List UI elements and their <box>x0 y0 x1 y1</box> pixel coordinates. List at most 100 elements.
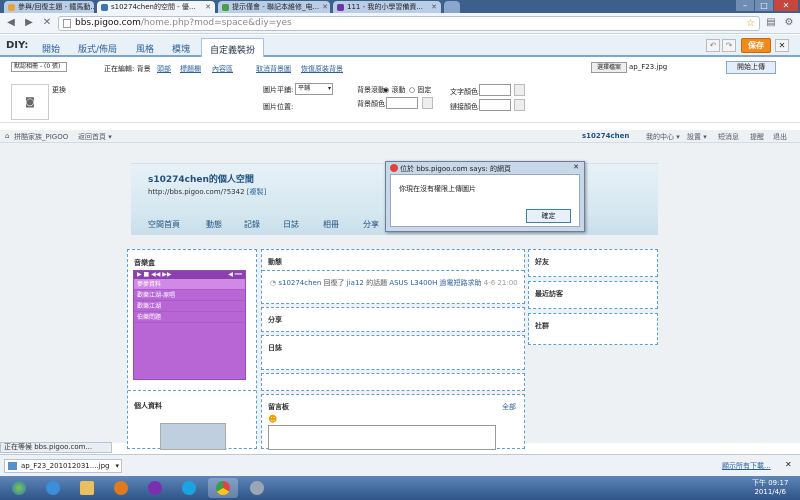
system-clock[interactable]: 下午 09:17 2011/4/6 <box>752 479 788 497</box>
nav-feed[interactable]: 動態 <box>206 219 222 230</box>
ok-button[interactable]: 確定 <box>526 209 571 223</box>
close-shelf-icon[interactable]: ✕ <box>785 460 792 469</box>
show-all-downloads-link[interactable]: 顯示所有下載... <box>722 461 771 471</box>
browser-tab-3[interactable]: 提示僅會 - 聯記本維修_电... ✕ <box>218 1 330 13</box>
username-link[interactable]: s10274chen <box>582 132 629 140</box>
nav-records[interactable]: 記錄 <box>244 219 260 230</box>
chevron-down-icon[interactable]: ▾ <box>115 460 119 472</box>
upload-button[interactable]: 開始上傳 <box>726 61 776 74</box>
close-tab-icon[interactable]: ✕ <box>205 3 211 11</box>
camera-icon: ◙ <box>25 96 35 108</box>
edit-content-link[interactable]: 內容區 <box>212 64 233 74</box>
redo-icon[interactable]: ↷ <box>722 39 736 52</box>
textcolor-input[interactable] <box>479 84 511 96</box>
page-menu-icon[interactable]: ▤ <box>764 16 778 30</box>
favicon-icon <box>8 3 15 11</box>
taskbar-yahoo[interactable] <box>140 478 170 498</box>
edit-header-link[interactable]: 頭部 <box>157 64 171 74</box>
scroll-option: 滾動 <box>391 86 406 94</box>
diy-tab-start[interactable]: 開始 <box>34 38 68 57</box>
save-button[interactable]: 保存 <box>741 38 771 53</box>
volume-icon[interactable]: ◀ ━━ <box>228 271 242 279</box>
taskbar-ie[interactable] <box>38 478 68 498</box>
diy-tab-layout[interactable]: 版式/佈局 <box>70 38 125 57</box>
nav-share[interactable]: 分享 <box>363 219 379 230</box>
close-diy-icon[interactable]: ✕ <box>775 39 789 52</box>
close-tab-icon[interactable]: ✕ <box>322 3 328 11</box>
minimize-icon[interactable]: – <box>736 0 754 11</box>
diy-tab-modules[interactable]: 模塊 <box>164 38 198 57</box>
nav-blog[interactable]: 日誌 <box>283 219 299 230</box>
maximize-icon[interactable]: □ <box>755 0 773 11</box>
linkcolor-input[interactable] <box>479 99 511 111</box>
feed-action: 回復了 <box>323 279 345 287</box>
site-top-bar: ⌂ 拼酷家族_PIGOO 返回首頁 ▾ s10274chen 我的中心 ▾ 設置… <box>0 130 800 143</box>
back-icon[interactable]: ◀ <box>4 16 18 30</box>
new-tab-button[interactable] <box>444 1 460 13</box>
start-button[interactable] <box>4 478 34 498</box>
browser-tab-4[interactable]: 111 - 我的小學習備資... ✕ <box>333 1 441 13</box>
avatar[interactable] <box>160 423 226 450</box>
forward-icon[interactable]: ▶ <box>22 16 36 30</box>
notifications-link[interactable]: 提醒 <box>750 132 764 142</box>
album-select[interactable]: 默認相冊 - (0 張) <box>11 62 67 72</box>
site-name-link[interactable]: 拼酷家族_PIGOO <box>14 132 68 142</box>
feed-user-link[interactable]: s10274chen <box>278 279 321 287</box>
guestbook-textarea[interactable] <box>268 425 496 450</box>
bgcolor-input[interactable] <box>386 97 418 109</box>
music-track[interactable]: 夢夢資料 <box>134 279 245 290</box>
taskbar-media[interactable] <box>106 478 136 498</box>
taskbar-app[interactable] <box>242 478 272 498</box>
undo-icon[interactable]: ↶ <box>706 39 720 52</box>
smiley-icon[interactable]: ☻ <box>268 415 277 425</box>
background-image-preview[interactable]: ◙ <box>11 84 49 120</box>
guestbook-all-link[interactable]: 全部 <box>502 402 516 412</box>
music-controls[interactable]: ▶ ■ ◀◀ ▶▶ ◀ ━━ <box>134 271 245 279</box>
fixed-radio[interactable]: ○ 固定 <box>409 85 431 95</box>
bookmark-star-icon[interactable]: ☆ <box>746 18 755 29</box>
change-image-link[interactable]: 更換 <box>52 85 66 95</box>
music-box-title: 音樂盒 <box>134 259 155 267</box>
my-center-menu[interactable]: 我的中心 ▾ <box>646 132 680 142</box>
cancel-background-link[interactable]: 取消背景圖 <box>256 64 291 74</box>
close-dialog-icon[interactable]: ✕ <box>571 163 581 171</box>
edit-titlebar-link[interactable]: 標題欄 <box>180 64 201 74</box>
bgcolor-swatch[interactable] <box>422 97 433 109</box>
taskbar-skype[interactable] <box>174 478 204 498</box>
messages-link[interactable]: 短消息 <box>718 132 739 142</box>
music-track[interactable]: 伯樂問題 <box>134 312 245 323</box>
logout-link[interactable]: 退出 <box>773 132 787 142</box>
music-track[interactable]: 歡樂江湖 <box>134 301 245 312</box>
textcolor-swatch[interactable] <box>514 84 525 96</box>
feed-title: 動態 <box>268 258 282 266</box>
diy-tab-style[interactable]: 風格 <box>128 38 162 57</box>
wrench-icon[interactable]: ⚙ <box>782 16 796 30</box>
feed-user2-link[interactable]: jia12 <box>347 279 364 287</box>
return-home-link[interactable]: 返回首頁 ▾ <box>78 132 112 142</box>
browser-tab-1[interactable]: 參與/回復主題 - 鐵馬動... ✕ <box>4 1 94 13</box>
address-bar[interactable]: bbs.pigoo.com/home.php?mod=space&diy=yes… <box>58 15 760 31</box>
play-controls-icon[interactable]: ▶ ■ ◀◀ ▶▶ <box>137 271 171 278</box>
tab-label: 提示僅會 - 聯記本維修_电... <box>232 3 320 11</box>
close-tab-icon[interactable]: ✕ <box>431 3 437 11</box>
browser-tab-2[interactable]: s10274chen的空間 - 優... ✕ <box>97 1 215 13</box>
diy-tab-custom[interactable]: 自定義裝扮 <box>201 38 265 57</box>
nav-home[interactable]: 空間首頁 <box>148 219 180 230</box>
settings-menu[interactable]: 設置 ▾ <box>687 132 707 142</box>
close-window-icon[interactable]: ✕ <box>774 0 798 11</box>
scroll-radio[interactable]: ◉ 滾動 <box>383 85 405 95</box>
download-item[interactable]: ap_F23_201012031....jpg ▾ <box>4 459 122 473</box>
feed-topic-link[interactable]: ASUS L3400H 過電短路求助 <box>389 279 481 287</box>
copy-url-link[interactable]: [複製] <box>247 188 266 196</box>
favicon-icon <box>337 3 344 11</box>
restore-background-link[interactable]: 恢復原裝背景 <box>301 64 343 74</box>
stop-icon[interactable]: ✕ <box>40 16 54 30</box>
nav-album[interactable]: 相冊 <box>323 219 339 230</box>
tile-select[interactable]: 平鋪 ▾ <box>295 83 333 95</box>
center-column: 動態 ◔ s10274chen 回復了 jia12 的話題 ASUS L3400… <box>261 249 525 450</box>
choose-file-button[interactable]: 選擇檔案 <box>591 62 627 73</box>
taskbar-chrome[interactable] <box>208 478 238 498</box>
taskbar-explorer[interactable] <box>72 478 102 498</box>
linkcolor-swatch[interactable] <box>514 99 525 111</box>
music-track[interactable]: 歡樂江湖-原唱 <box>134 290 245 301</box>
